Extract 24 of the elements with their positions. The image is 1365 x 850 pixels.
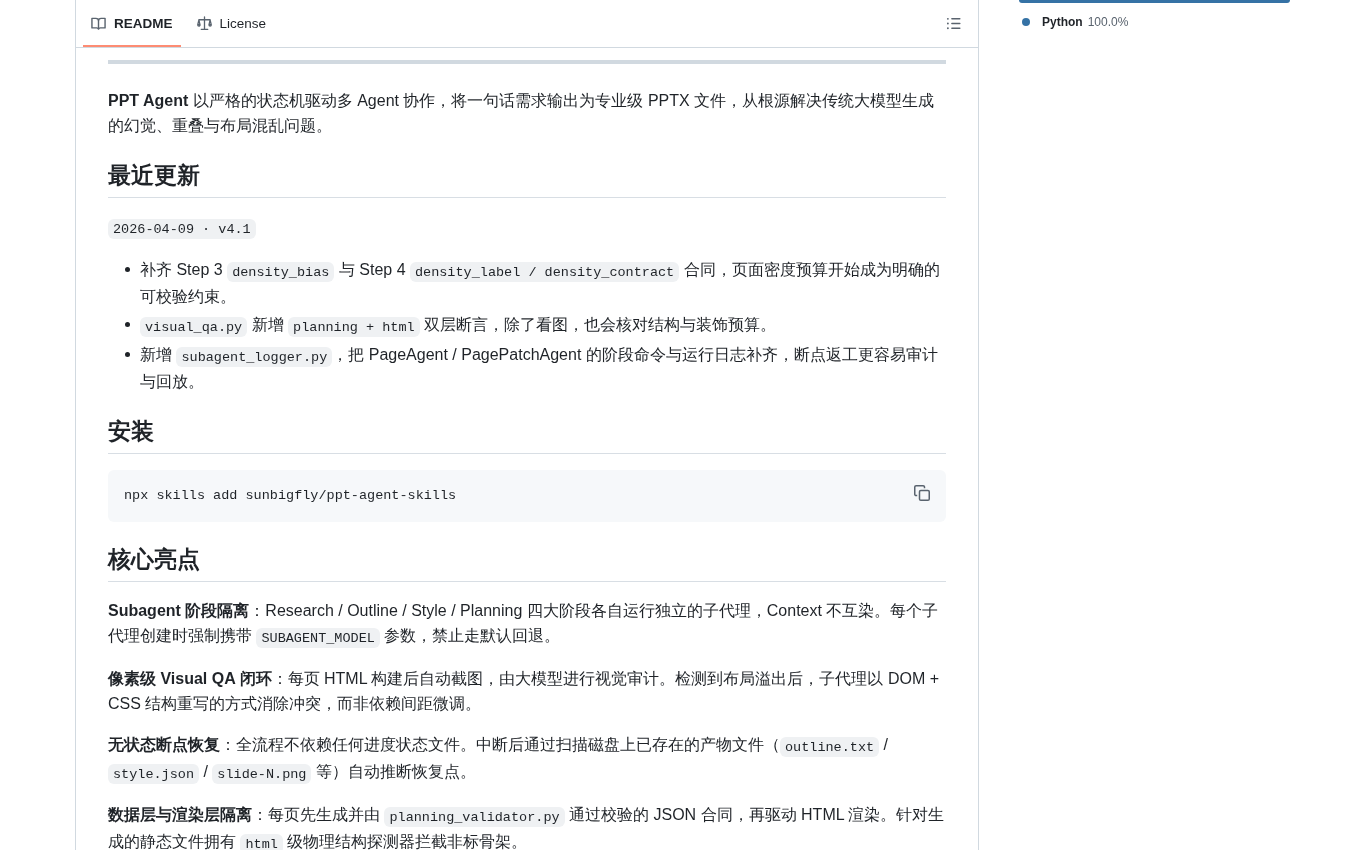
book-icon (91, 16, 106, 31)
section-heading: 最近更新 (108, 162, 946, 199)
language-name: Python (1042, 14, 1083, 30)
bullet-icon (125, 322, 130, 328)
list-item-text: visual_qa.py 新增 planning + html 双层断言，除了看图，也会核对结构与装饰预算。 (140, 312, 946, 340)
scale-icon (196, 16, 212, 31)
paragraph: Subagent 阶段隔离：Research / Outline / Style / Planning 四大阶段各自运行独立的子代理，Context 不互染。每个子代理创建时强制携带 SUBAGENT_MODEL 参数，禁止走默认回退。 (108, 601, 940, 650)
tab[interactable]: License (188, 0, 275, 47)
section-heading: 核心亮点 (108, 546, 946, 583)
paragraph: 数据层与渲染层隔离：每页先生成并由 planning_validator.py 通过校验的 JSON 合同，再驱动 HTML 渲染。针对生成的静态文件拥有 html 级物理结构探测器拦截非标骨架。 (108, 805, 946, 850)
paragraph: 像素级 Visual QA 闭环：每页 HTML 构建后自动截图，由大模型进行视觉审计。检测到布局溢出后，子代理以 DOM + CSS 结构重写的方式消除冲突，而非依赖间距微调。 (108, 669, 940, 715)
paragraph: 2026-04-09 · v4.1 (108, 214, 946, 242)
copy-icon[interactable] (914, 485, 930, 502)
language-percent: 100.0% (1087, 14, 1129, 30)
paragraph: PPT Agent 以严格的状态机驱动多 Agent 协作，将一句话需求输出为专业级 PPTX 文件，从根源解决传统大模型生成的幻觉、重叠与布局混乱问题。 (108, 91, 936, 136)
bullet-icon (125, 267, 130, 273)
paragraph: 无状态断点恢复：全流程不依赖任何进度状态文件。中断后通过扫描磁盘上已存在的产物文件（ outline.txt / style.json / slide-N.png 等）自动推断恢复点。 (108, 735, 889, 786)
list-item-text: 补齐 Step 3 density_bias 与 Step 4 density_label / density_contract 合同，页面密度预算开始成为明确的可校验约束。 (140, 260, 941, 308)
bullet-icon (125, 352, 130, 358)
section-heading: 安装 (108, 418, 946, 455)
code-text: npx skills add sunbigfly/ppt-agent-skills (124, 487, 457, 506)
list-icon[interactable] (946, 16, 961, 31)
list-item-text: 新增 subagent_logger.py ，把 PageAgent / PagePatchAgent 的阶段命令与运行日志补齐，断点返工更容易审计与回放。 (140, 345, 939, 393)
tab[interactable]: README (83, 0, 181, 47)
